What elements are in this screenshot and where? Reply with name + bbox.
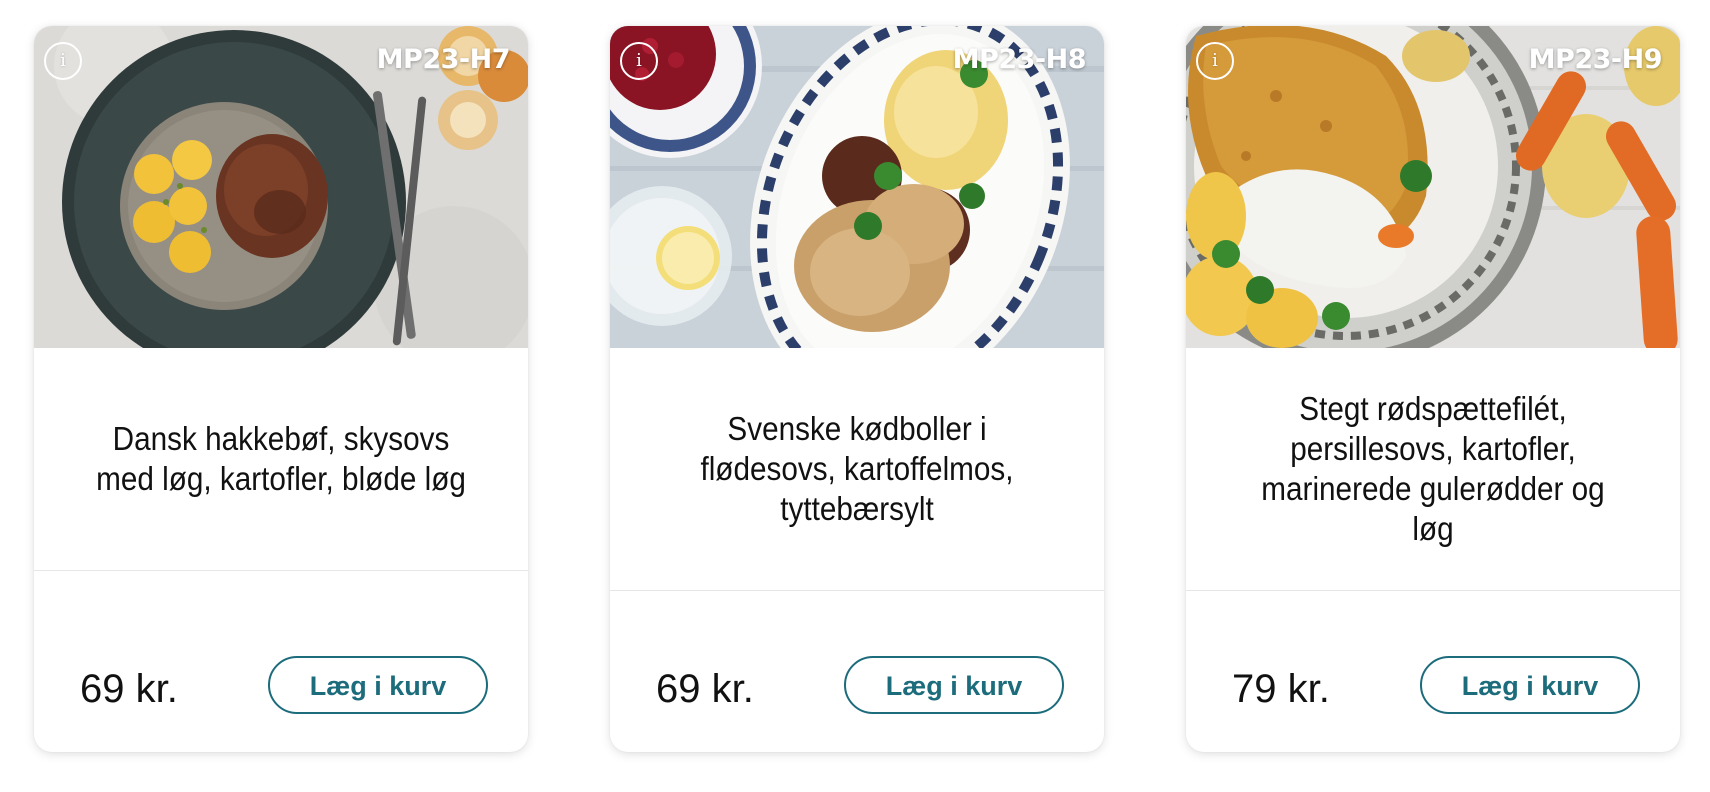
product-title-area: Dansk hakkebøf, skysovs med løg, kartofl… bbox=[34, 348, 528, 571]
product-footer: 79 kr. Læg i kurv bbox=[1186, 591, 1680, 752]
product-card: i MP23-H9 Stegt rødspættefilét, persille… bbox=[1186, 26, 1680, 752]
product-card: i MP23-H8 Svenske kødboller i flødesovs,… bbox=[610, 26, 1104, 752]
product-image[interactable]: i MP23-H8 bbox=[610, 26, 1104, 348]
product-image[interactable]: i MP23-H7 bbox=[34, 26, 528, 348]
product-title[interactable]: Dansk hakkebøf, skysovs med løg, kartofl… bbox=[86, 419, 477, 499]
info-icon[interactable]: i bbox=[1196, 42, 1234, 80]
info-icon[interactable]: i bbox=[620, 42, 658, 80]
product-sku: MP23-H7 bbox=[376, 44, 511, 75]
product-image[interactable]: i MP23-H9 bbox=[1186, 26, 1680, 348]
product-price: 69 kr. bbox=[656, 667, 754, 711]
product-title[interactable]: Stegt rødspættefilét, persillesovs, kart… bbox=[1238, 389, 1629, 549]
product-title-area: Svenske kødboller i flødesovs, kartoffel… bbox=[610, 348, 1104, 591]
product-price: 69 kr. bbox=[80, 667, 178, 711]
product-sku: MP23-H8 bbox=[952, 44, 1087, 75]
product-price: 79 kr. bbox=[1232, 667, 1330, 711]
product-title[interactable]: Svenske kødboller i flødesovs, kartoffel… bbox=[662, 409, 1053, 529]
add-to-cart-button[interactable]: Læg i kurv bbox=[268, 656, 488, 714]
product-footer: 69 kr. Læg i kurv bbox=[610, 591, 1104, 752]
product-footer: 69 kr. Læg i kurv bbox=[34, 571, 528, 752]
add-to-cart-button[interactable]: Læg i kurv bbox=[1420, 656, 1640, 714]
product-title-area: Stegt rødspættefilét, persillesovs, kart… bbox=[1186, 348, 1680, 591]
product-grid: i MP23-H7 Dansk hakkebøf, skysovs med lø… bbox=[34, 26, 1680, 752]
info-icon[interactable]: i bbox=[44, 42, 82, 80]
add-to-cart-button[interactable]: Læg i kurv bbox=[844, 656, 1064, 714]
product-sku: MP23-H9 bbox=[1528, 44, 1663, 75]
product-card: i MP23-H7 Dansk hakkebøf, skysovs med lø… bbox=[34, 26, 528, 752]
